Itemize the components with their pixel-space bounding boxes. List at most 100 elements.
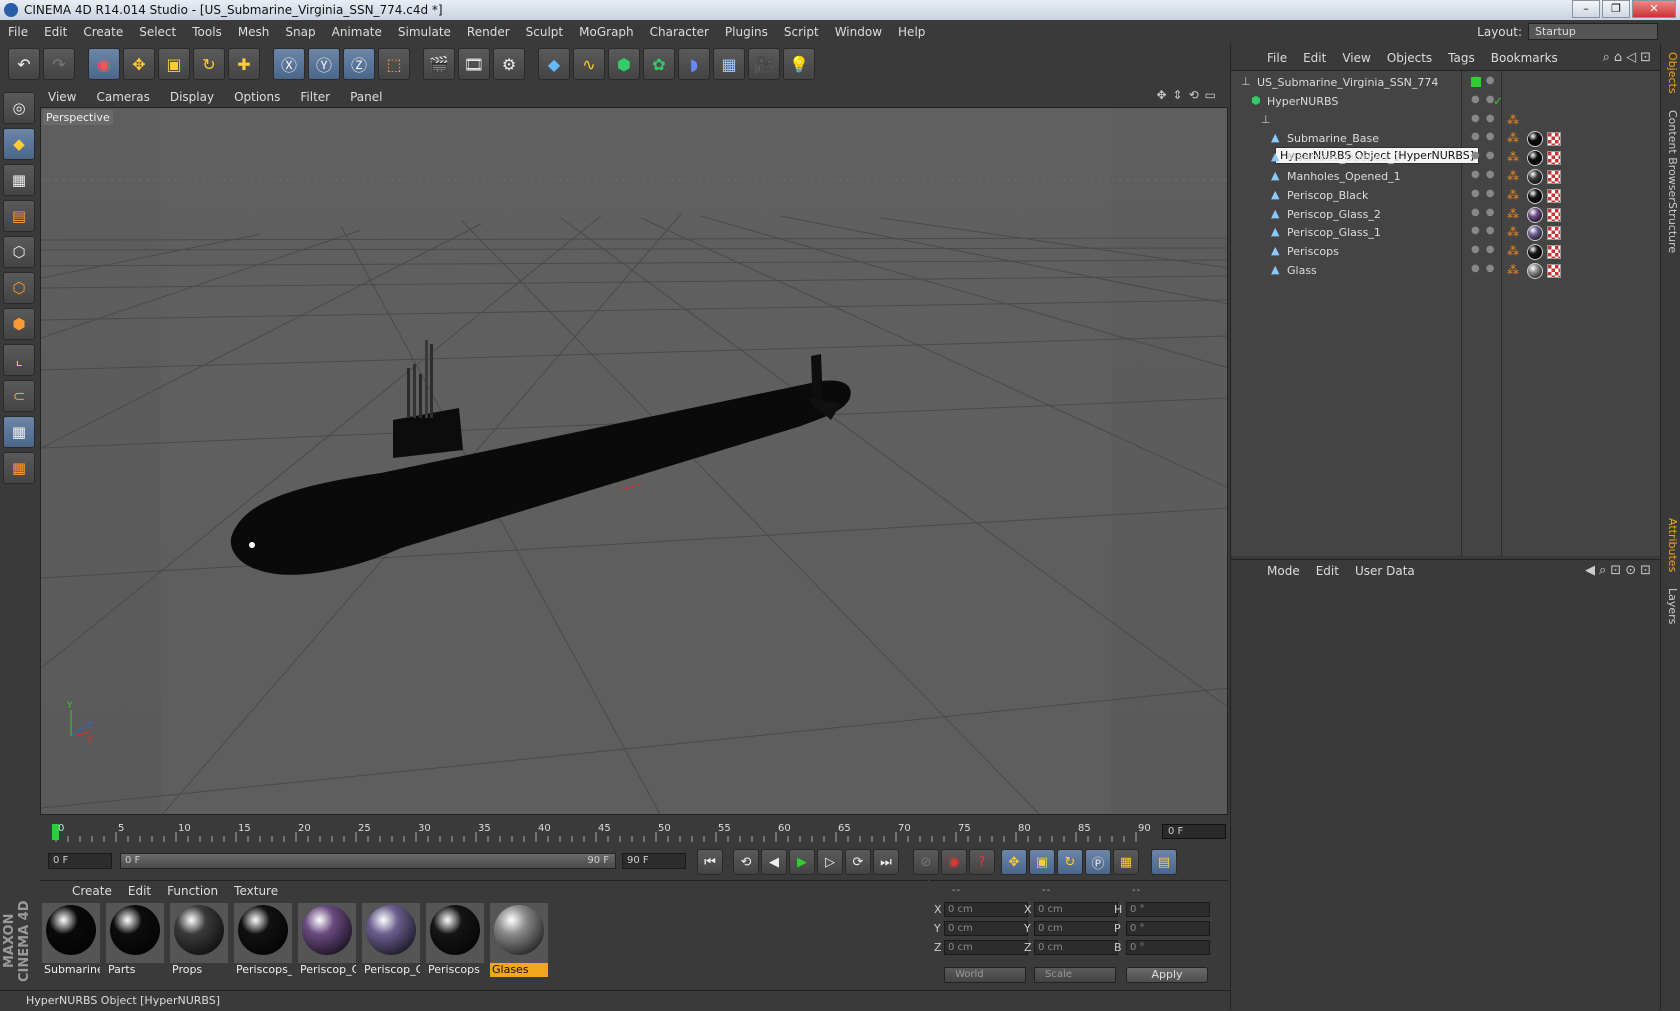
go-to-end-icon[interactable]: ⏭ [873, 849, 899, 875]
material-swatch[interactable]: Props [170, 903, 228, 977]
material-tag-icon[interactable] [1527, 169, 1543, 185]
tab-layers[interactable]: Layers [1663, 588, 1679, 624]
menu-simulate[interactable]: Simulate [390, 25, 459, 39]
viewport-menu-display[interactable]: Display [160, 90, 224, 104]
menu-mograph[interactable]: MoGraph [571, 25, 642, 39]
object-row[interactable]: ⬢ HyperNURBS ●● ✓ [1231, 92, 1661, 112]
viewport-menu-panel[interactable]: Panel [340, 90, 392, 104]
cube-icon[interactable]: ◆ [538, 48, 570, 80]
coordinate-field[interactable]: 0 cm [1034, 902, 1118, 917]
perspective-viewport[interactable]: Y Z X Perspective [40, 107, 1228, 815]
menu-sculpt[interactable]: Sculpt [518, 25, 571, 39]
uvw-tag-icon[interactable] [1547, 264, 1561, 278]
visibility-dots[interactable]: ●● [1471, 244, 1500, 255]
play-icon[interactable]: ▶ [789, 849, 815, 875]
menu-file[interactable]: File [0, 25, 36, 39]
uvw-tag-icon[interactable] [1547, 151, 1561, 166]
coordinate-type-dropdown[interactable]: Scale [1034, 967, 1116, 983]
material-menu-edit[interactable]: Edit [120, 884, 159, 898]
material-swatch[interactable]: Periscop_G [362, 903, 420, 977]
key-pla-icon[interactable]: ▦ [1113, 849, 1139, 875]
enabled-check-icon[interactable]: ✓ [1493, 94, 1503, 108]
coordinate-field[interactable]: 0 cm [944, 921, 1028, 936]
layout-select[interactable]: Startup [1528, 23, 1658, 40]
menu-create[interactable]: Create [75, 25, 131, 39]
phong-tag-icon[interactable]: ⁂ [1507, 113, 1519, 127]
om-menu-objects[interactable]: Objects [1379, 51, 1440, 65]
coordinate-mode-dropdown[interactable]: World [944, 967, 1026, 983]
coordinate-field[interactable]: 0 cm [944, 902, 1028, 917]
om-menu-bookmarks[interactable]: Bookmarks [1483, 51, 1566, 65]
object-name[interactable]: Periscop_Black [1287, 189, 1368, 202]
previous-frame-icon[interactable]: ◀ [761, 849, 787, 875]
apply-button[interactable]: Apply [1126, 967, 1208, 983]
visibility-dots[interactable]: ●● [1471, 263, 1500, 274]
spline-icon[interactable]: ∿ [573, 48, 605, 80]
y-axis-lock-icon[interactable]: Ⓨ [308, 48, 340, 80]
rotate-icon[interactable]: ↻ [193, 48, 225, 80]
edges-mode-icon[interactable]: ⬡ [3, 272, 35, 304]
phong-tag-icon[interactable]: ⁂ [1507, 207, 1519, 221]
material-swatch[interactable]: Submarine [42, 903, 100, 977]
minimize-button[interactable]: – [1572, 0, 1600, 18]
visibility-dots[interactable]: ●● [1471, 207, 1500, 218]
object-name[interactable]: HyperNURBS [1267, 95, 1338, 108]
material-swatch[interactable]: Periscops [426, 903, 484, 977]
layer-color-icon[interactable] [1471, 77, 1481, 87]
autokey-icon[interactable]: ◉ [941, 849, 967, 875]
object-name[interactable]: Manholes_Opened_1 [1287, 170, 1401, 183]
close-button[interactable]: ✕ [1632, 0, 1676, 18]
material-tag-icon[interactable] [1527, 244, 1543, 261]
floor-icon[interactable]: ▦ [713, 48, 745, 80]
menu-snap[interactable]: Snap [277, 25, 323, 39]
tab-structure[interactable]: Structure [1663, 202, 1679, 253]
key-rotation-icon[interactable]: ↻ [1057, 849, 1083, 875]
object-row[interactable]: ▲ Glass ●● ⁂ [1231, 261, 1661, 281]
object-name[interactable]: Glass [1287, 264, 1317, 277]
object-name[interactable]: US_Submarine_Virginia_SSN_774 [1257, 76, 1438, 89]
coordinate-field[interactable]: 0 cm [944, 940, 1028, 955]
visibility-dots[interactable]: ●● [1471, 131, 1500, 142]
visibility-dots[interactable]: ●● [1471, 150, 1500, 161]
uvw-tag-icon[interactable] [1547, 245, 1561, 260]
live-selection-icon[interactable]: ◉ [88, 48, 120, 80]
attr-toolbar-icons[interactable]: ◀⌕⊡⊙⊡ [1585, 563, 1655, 578]
undo-icon[interactable]: ↶ [8, 48, 40, 80]
move-icon[interactable]: ✥ [123, 48, 155, 80]
menu-character[interactable]: Character [642, 25, 717, 39]
visibility-dots[interactable]: ●● [1471, 113, 1500, 124]
viewport-menu-view[interactable]: View [38, 90, 86, 104]
timeline-ruler[interactable]: 0 5 10 15 20 25 30 35 40 45 50 55 60 65 70 75 80 85 90 0 F [40, 818, 1228, 844]
material-swatch[interactable]: Parts [106, 903, 164, 977]
key-scale-icon[interactable]: ▣ [1029, 849, 1055, 875]
object-row[interactable]: ▲ Periscop_Glass_1 ●● ⁂ [1231, 223, 1661, 243]
om-menu-edit[interactable]: Edit [1295, 51, 1334, 65]
points-mode-icon[interactable]: ⬡ [3, 236, 35, 268]
record-active-icon[interactable]: ⊘ [913, 849, 939, 875]
texture-mode-icon[interactable]: ▦ [3, 164, 35, 196]
z-axis-lock-icon[interactable]: Ⓩ [343, 48, 375, 80]
snap-magnet-icon[interactable]: ⊂ [3, 380, 35, 412]
phong-tag-icon[interactable]: ⁂ [1507, 169, 1519, 183]
coordinate-field[interactable]: 0 ° [1126, 940, 1210, 955]
om-toolbar-icons[interactable]: ⌕⌂◁⊡ [1603, 50, 1655, 65]
object-name[interactable]: Periscop_Glass_1 [1287, 226, 1381, 239]
om-menu-tags[interactable]: Tags [1440, 51, 1483, 65]
viewport-menu-cameras[interactable]: Cameras [86, 90, 159, 104]
object-row[interactable]: ▲ Periscops ●● ⁂ [1231, 242, 1661, 262]
phong-tag-icon[interactable]: ⁂ [1507, 263, 1519, 277]
phong-tag-icon[interactable]: ⁂ [1507, 225, 1519, 239]
object-name[interactable]: Submarine_Base [1287, 132, 1379, 145]
object-row[interactable]: ▲ Manholes_Opened_2 ●● ⁂ [1231, 148, 1661, 168]
grid-snap-icon[interactable]: ▦ [3, 452, 35, 484]
make-editable-icon[interactable]: ◎ [3, 92, 35, 124]
attr-menu-edit[interactable]: Edit [1308, 564, 1347, 578]
timeline-window-icon[interactable]: ▤ [1151, 849, 1177, 875]
material-menu-function[interactable]: Function [159, 884, 226, 898]
next-frame-icon[interactable]: ▷ [817, 849, 843, 875]
om-menu-file[interactable]: File [1259, 51, 1295, 65]
object-name[interactable]: Periscops [1287, 245, 1339, 258]
go-to-start-icon[interactable]: ⏮ [697, 849, 723, 875]
phong-tag-icon[interactable]: ⁂ [1507, 131, 1519, 145]
material-swatch[interactable]: Periscops_B [234, 903, 292, 977]
